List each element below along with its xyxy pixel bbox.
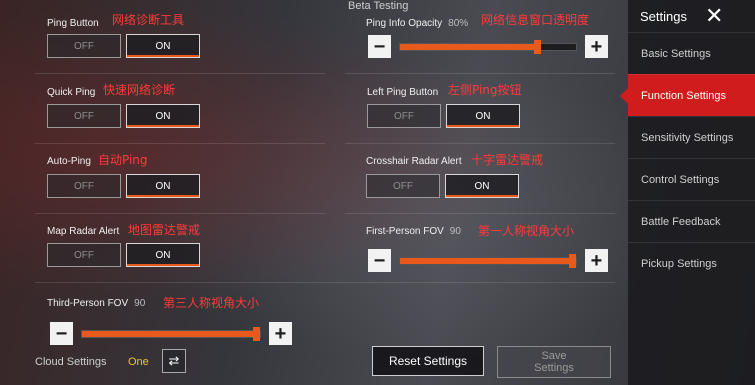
third-person-fov-label: Third-Person FOV 90 — [47, 298, 145, 309]
sync-icon: ⇄ — [168, 353, 180, 368]
reset-settings-button[interactable]: Reset Settings — [372, 346, 484, 376]
sidebar-header: Settings ✕ — [628, 0, 755, 32]
auto-ping-on[interactable]: ON — [126, 174, 200, 198]
crosshair-radar-alert-label: Crosshair Radar Alert — [366, 156, 462, 167]
ping-info-opacity-plus-button[interactable]: + — [585, 35, 608, 58]
ping-info-opacity-knob[interactable] — [533, 39, 541, 54]
divider — [35, 143, 325, 144]
left-ping-button-toggle: OFF ON — [367, 104, 520, 128]
divider — [345, 143, 615, 144]
cloud-settings-value: One — [128, 356, 149, 368]
save-settings-button[interactable]: Save Settings — [497, 346, 611, 378]
crosshair-radar-alert-on[interactable]: ON — [445, 174, 519, 198]
divider — [35, 73, 325, 74]
auto-ping-label: Auto-Ping — [47, 156, 91, 167]
close-icon[interactable]: ✕ — [705, 5, 723, 27]
auto-ping-toggle: OFF ON — [47, 174, 200, 198]
ping-info-opacity-track[interactable] — [399, 39, 577, 54]
sidebar-item-sensitivity-settings[interactable]: Sensitivity Settings — [628, 116, 755, 158]
first-person-fov-value: 90 — [449, 226, 461, 237]
first-person-fov-fill — [400, 257, 576, 264]
third-person-fov-annotation: 第三人称视角大小 — [163, 296, 260, 310]
auto-ping-annotation: 自动Ping — [98, 153, 148, 167]
cloud-sync-button[interactable]: ⇄ — [162, 349, 186, 373]
ping-button-label: Ping Button — [47, 18, 99, 29]
sidebar-title: Settings — [640, 8, 687, 24]
third-person-fov-knob[interactable] — [253, 326, 260, 341]
sidebar-item-battle-feedback[interactable]: Battle Feedback — [628, 200, 755, 242]
map-radar-alert-label: Map Radar Alert — [47, 226, 120, 237]
first-person-fov-track[interactable] — [399, 253, 577, 268]
first-person-fov-knob[interactable] — [569, 253, 576, 268]
first-person-fov-plus-button[interactable]: + — [585, 249, 608, 272]
map-radar-alert-off[interactable]: OFF — [47, 243, 121, 267]
first-person-fov-annotation: 第一人称视角大小 — [478, 224, 575, 238]
map-radar-alert-toggle: OFF ON — [47, 243, 200, 267]
left-ping-button-annotation: 左侧Ping按钮 — [448, 83, 522, 97]
ping-button-toggle: OFF ON — [47, 34, 200, 58]
map-radar-alert-annotation: 地图雷达警戒 — [128, 223, 201, 237]
third-person-fov-value: 90 — [134, 298, 146, 309]
settings-sidebar: Settings ✕ Basic Settings Function Setti… — [620, 0, 755, 385]
left-ping-button-on[interactable]: ON — [446, 104, 520, 128]
third-person-fov-track[interactable] — [81, 326, 261, 341]
ping-info-opacity-fill — [400, 43, 541, 50]
first-person-fov-minus-button[interactable]: − — [368, 249, 391, 272]
sidebar-item-pickup-settings[interactable]: Pickup Settings — [628, 242, 755, 284]
map-radar-alert-on[interactable]: ON — [126, 243, 200, 267]
crosshair-radar-alert-annotation: 十字雷达警戒 — [471, 153, 544, 167]
ping-info-opacity-label: Ping Info Opacity 80% — [366, 18, 468, 29]
first-person-fov-slider: − + — [368, 249, 608, 272]
left-ping-button-label: Left Ping Button — [367, 87, 439, 98]
divider — [35, 282, 615, 283]
ping-info-opacity-slider: − + — [368, 35, 608, 58]
divider — [345, 73, 615, 74]
third-person-fov-name: Third-Person FOV — [47, 298, 129, 309]
ping-button-off[interactable]: OFF — [47, 34, 121, 58]
ping-button-on[interactable]: ON — [126, 34, 200, 58]
footer-bar: Cloud Settings One ⇄ Reset Settings Save… — [0, 340, 628, 385]
quick-ping-annotation: 快速网络诊断 — [103, 83, 176, 97]
ping-button-annotation: 网络诊断工具 — [112, 13, 185, 27]
first-person-fov-label: First-Person FOV 90 — [366, 226, 461, 237]
divider — [35, 213, 325, 214]
third-person-fov-fill — [82, 330, 260, 337]
crosshair-radar-alert-off[interactable]: OFF — [366, 174, 440, 198]
ping-info-opacity-minus-button[interactable]: − — [368, 35, 391, 58]
sidebar-item-function-settings[interactable]: Function Settings — [620, 74, 755, 116]
ping-info-opacity-name: Ping Info Opacity — [366, 18, 443, 29]
crosshair-radar-alert-toggle: OFF ON — [366, 174, 519, 198]
ping-info-opacity-value: 80% — [448, 18, 469, 29]
quick-ping-off[interactable]: OFF — [47, 104, 121, 128]
quick-ping-label: Quick Ping — [47, 87, 96, 98]
divider — [345, 213, 615, 214]
first-person-fov-name: First-Person FOV — [366, 226, 444, 237]
sidebar-item-control-settings[interactable]: Control Settings — [628, 158, 755, 200]
auto-ping-off[interactable]: OFF — [47, 174, 121, 198]
left-ping-button-off[interactable]: OFF — [367, 104, 441, 128]
sidebar-item-basic-settings[interactable]: Basic Settings — [628, 32, 755, 74]
quick-ping-toggle: OFF ON — [47, 104, 200, 128]
cloud-settings-label: Cloud Settings — [35, 356, 107, 368]
settings-panel: Ping Button 网络诊断工具 OFF ON Quick Ping 快速网… — [35, 6, 615, 345]
ping-info-opacity-annotation: 网络信息窗口透明度 — [481, 13, 590, 27]
quick-ping-on[interactable]: ON — [126, 104, 200, 128]
